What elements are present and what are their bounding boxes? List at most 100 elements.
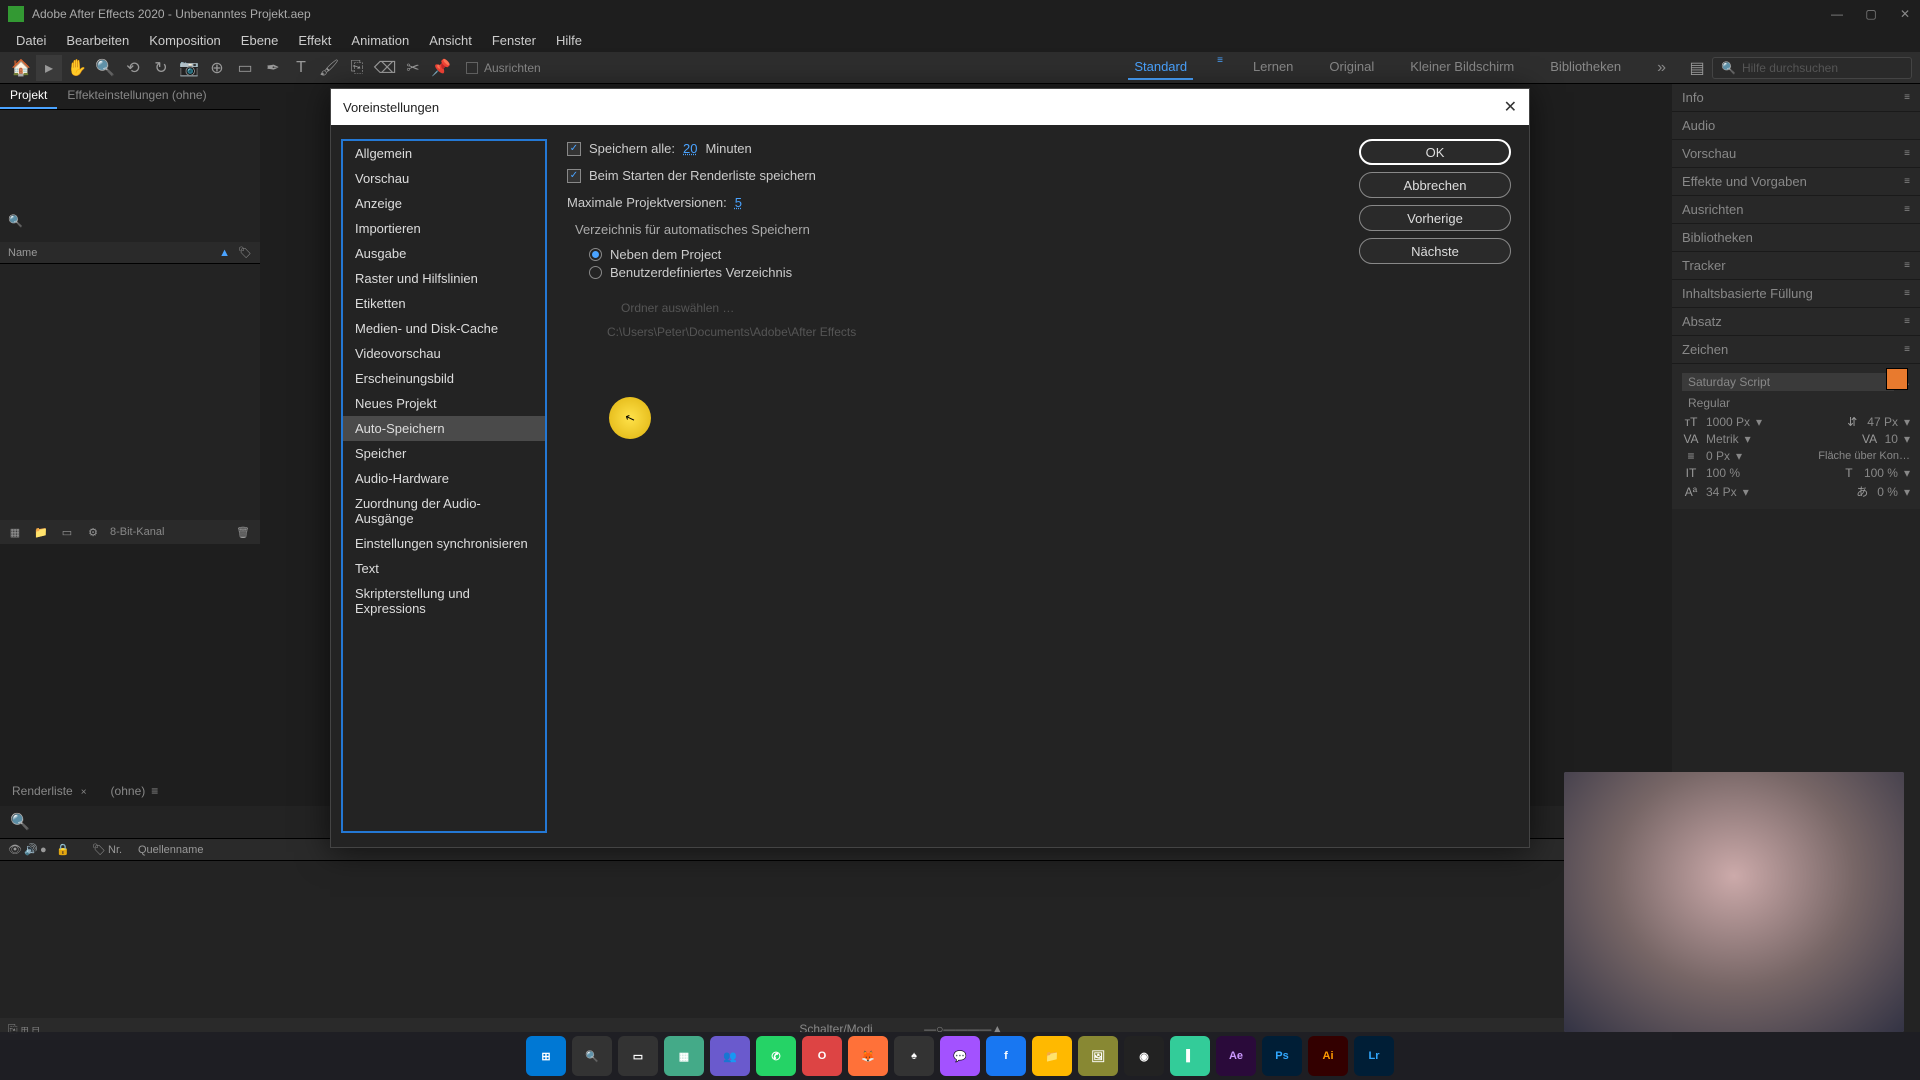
font-family-field[interactable]: Saturday Script bbox=[1682, 373, 1894, 391]
nav-vorschau[interactable]: Vorschau bbox=[343, 166, 545, 191]
taskbar-ae-icon[interactable]: Ae bbox=[1216, 1036, 1256, 1076]
clone-tool-icon[interactable]: ⎘ bbox=[344, 55, 370, 81]
bit-depth[interactable]: 8-Bit-Kanal bbox=[110, 526, 164, 538]
help-search[interactable]: 🔍 Hilfe durchsuchen bbox=[1712, 57, 1912, 79]
nav-importieren[interactable]: Importieren bbox=[343, 216, 545, 241]
pen-tool-icon[interactable]: ✒ bbox=[260, 55, 286, 81]
start-button[interactable]: ⊞ bbox=[526, 1036, 566, 1076]
quellenname-column[interactable]: Quellenname bbox=[138, 844, 203, 856]
menu-komposition[interactable]: Komposition bbox=[139, 31, 231, 50]
rotate-tool-icon[interactable]: ↻ bbox=[148, 55, 174, 81]
close-icon[interactable]: × bbox=[81, 787, 87, 798]
nav-audio-hardware[interactable]: Audio-Hardware bbox=[343, 466, 545, 491]
panel-effekte[interactable]: Effekte und Vorgaben≡ bbox=[1672, 168, 1920, 196]
sort-icon[interactable]: ▲ bbox=[219, 247, 230, 259]
project-tab[interactable]: Projekt bbox=[0, 84, 57, 109]
empty-comp-tab[interactable]: (ohne)≡ bbox=[99, 780, 171, 806]
taskbar-app-3[interactable]: 🖼 bbox=[1078, 1036, 1118, 1076]
task-view-icon[interactable]: ▭ bbox=[618, 1036, 658, 1076]
font-size-value[interactable]: 1000 Px bbox=[1706, 415, 1750, 429]
stroke-width-value[interactable]: 0 Px bbox=[1706, 449, 1730, 463]
baseline-shift-value[interactable]: 34 Px bbox=[1706, 485, 1737, 499]
nav-anzeige[interactable]: Anzeige bbox=[343, 191, 545, 216]
kerning-value[interactable]: Metrik bbox=[1706, 432, 1739, 446]
label-column-icon[interactable]: 🏷 bbox=[92, 843, 108, 856]
previous-button[interactable]: Vorherige bbox=[1359, 205, 1511, 231]
nav-neues-projekt[interactable]: Neues Projekt bbox=[343, 391, 545, 416]
nav-audio-ausgaenge[interactable]: Zuordnung der Audio-Ausgänge bbox=[343, 491, 545, 531]
taskbar-ai-icon[interactable]: Ai bbox=[1308, 1036, 1348, 1076]
effect-controls-tab[interactable]: Effekteinstellungen (ohne) bbox=[57, 84, 216, 109]
nav-sync[interactable]: Einstellungen synchronisieren bbox=[343, 531, 545, 556]
taskbar-facebook-icon[interactable]: f bbox=[986, 1036, 1026, 1076]
interpret-footage-icon[interactable]: ▦ bbox=[6, 523, 24, 541]
taskbar-lr-icon[interactable]: Lr bbox=[1354, 1036, 1394, 1076]
taskbar-search-icon[interactable]: 🔍 bbox=[572, 1036, 612, 1076]
menu-hilfe[interactable]: Hilfe bbox=[546, 31, 592, 50]
timecode-search-icon[interactable]: 🔍 bbox=[10, 812, 30, 832]
tracking-value[interactable]: 10 bbox=[1885, 432, 1898, 446]
nav-auto-speichern[interactable]: Auto-Speichern bbox=[343, 416, 545, 441]
radio-next-to-project[interactable] bbox=[589, 248, 602, 261]
panel-absatz[interactable]: Absatz≡ bbox=[1672, 308, 1920, 336]
save-on-render-checkbox[interactable] bbox=[567, 169, 581, 183]
nav-medien-cache[interactable]: Medien- und Disk-Cache bbox=[343, 316, 545, 341]
zoom-tool-icon[interactable]: 🔍 bbox=[92, 55, 118, 81]
leading-value[interactable]: 47 Px bbox=[1867, 415, 1898, 429]
lock-column-icon[interactable]: 🔒 bbox=[56, 843, 72, 856]
workspace-lernen[interactable]: Lernen bbox=[1247, 55, 1299, 80]
dialog-close-button[interactable]: ✕ bbox=[1504, 97, 1517, 117]
workspace-panel-icon[interactable]: ▤ bbox=[1684, 55, 1710, 81]
close-window-icon[interactable]: ✕ bbox=[1898, 7, 1912, 21]
orbit-tool-icon[interactable]: ⟲ bbox=[120, 55, 146, 81]
menu-datei[interactable]: Datei bbox=[6, 31, 56, 50]
nav-ausgabe[interactable]: Ausgabe bbox=[343, 241, 545, 266]
panel-tracker[interactable]: Tracker≡ bbox=[1672, 252, 1920, 280]
menu-ebene[interactable]: Ebene bbox=[231, 31, 289, 50]
minimize-icon[interactable]: — bbox=[1830, 7, 1844, 21]
maximize-icon[interactable]: ▢ bbox=[1864, 7, 1878, 21]
nav-raster[interactable]: Raster und Hilfslinien bbox=[343, 266, 545, 291]
menu-bearbeiten[interactable]: Bearbeiten bbox=[56, 31, 139, 50]
snap-checkbox[interactable] bbox=[466, 62, 478, 74]
nav-etiketten[interactable]: Etiketten bbox=[343, 291, 545, 316]
save-every-checkbox[interactable] bbox=[567, 142, 581, 156]
save-every-value[interactable]: 20 bbox=[683, 141, 697, 156]
taskbar-app-2[interactable]: ♠ bbox=[894, 1036, 934, 1076]
taskbar-explorer-icon[interactable]: 📁 bbox=[1032, 1036, 1072, 1076]
fill-over-stroke[interactable]: Fläche über Kon… bbox=[1818, 450, 1910, 462]
tag-column-icon[interactable]: 🏷 bbox=[238, 246, 252, 259]
vscale-value[interactable]: 100 % bbox=[1706, 466, 1740, 480]
nr-column[interactable]: Nr. bbox=[108, 844, 138, 856]
menu-animation[interactable]: Animation bbox=[341, 31, 419, 50]
workspace-kleiner[interactable]: Kleiner Bildschirm bbox=[1404, 55, 1520, 80]
puppet-tool-icon[interactable]: 📌 bbox=[428, 55, 454, 81]
solo-column-icon[interactable]: ● bbox=[40, 844, 56, 856]
camera-tool-icon[interactable]: 📷 bbox=[176, 55, 202, 81]
audio-column-icon[interactable]: 🔊 bbox=[24, 843, 40, 856]
taskbar-messenger-icon[interactable]: 💬 bbox=[940, 1036, 980, 1076]
nav-scripting[interactable]: Skripterstellung und Expressions bbox=[343, 581, 545, 621]
eye-column-icon[interactable]: 👁 bbox=[8, 843, 24, 856]
renderlist-tab[interactable]: Renderliste× bbox=[0, 780, 99, 806]
taskbar-opera-icon[interactable]: O bbox=[802, 1036, 842, 1076]
radio-custom-dir[interactable] bbox=[589, 266, 602, 279]
delete-icon[interactable]: 🗑 bbox=[234, 523, 252, 541]
menu-effekt[interactable]: Effekt bbox=[288, 31, 341, 50]
hscale-value[interactable]: 100 % bbox=[1864, 466, 1898, 480]
taskbar-app-1[interactable]: ▦ bbox=[664, 1036, 704, 1076]
taskbar-obs-icon[interactable]: ◉ bbox=[1124, 1036, 1164, 1076]
taskbar-whatsapp-icon[interactable]: ✆ bbox=[756, 1036, 796, 1076]
new-comp-icon[interactable]: ▭ bbox=[58, 523, 76, 541]
roto-tool-icon[interactable]: ✂ bbox=[400, 55, 426, 81]
nav-erscheinungsbild[interactable]: Erscheinungsbild bbox=[343, 366, 545, 391]
workspace-overflow-icon[interactable]: » bbox=[1657, 59, 1666, 77]
workspace-standard[interactable]: Standard bbox=[1128, 55, 1193, 80]
shape-tool-icon[interactable]: ▭ bbox=[232, 55, 258, 81]
hand-tool-icon[interactable]: ✋ bbox=[64, 55, 90, 81]
ok-button[interactable]: OK bbox=[1359, 139, 1511, 165]
tsume-value[interactable]: 0 % bbox=[1877, 485, 1898, 499]
fill-color-swatch[interactable] bbox=[1886, 368, 1908, 390]
cancel-button[interactable]: Abbrechen bbox=[1359, 172, 1511, 198]
eraser-tool-icon[interactable]: ⌫ bbox=[372, 55, 398, 81]
